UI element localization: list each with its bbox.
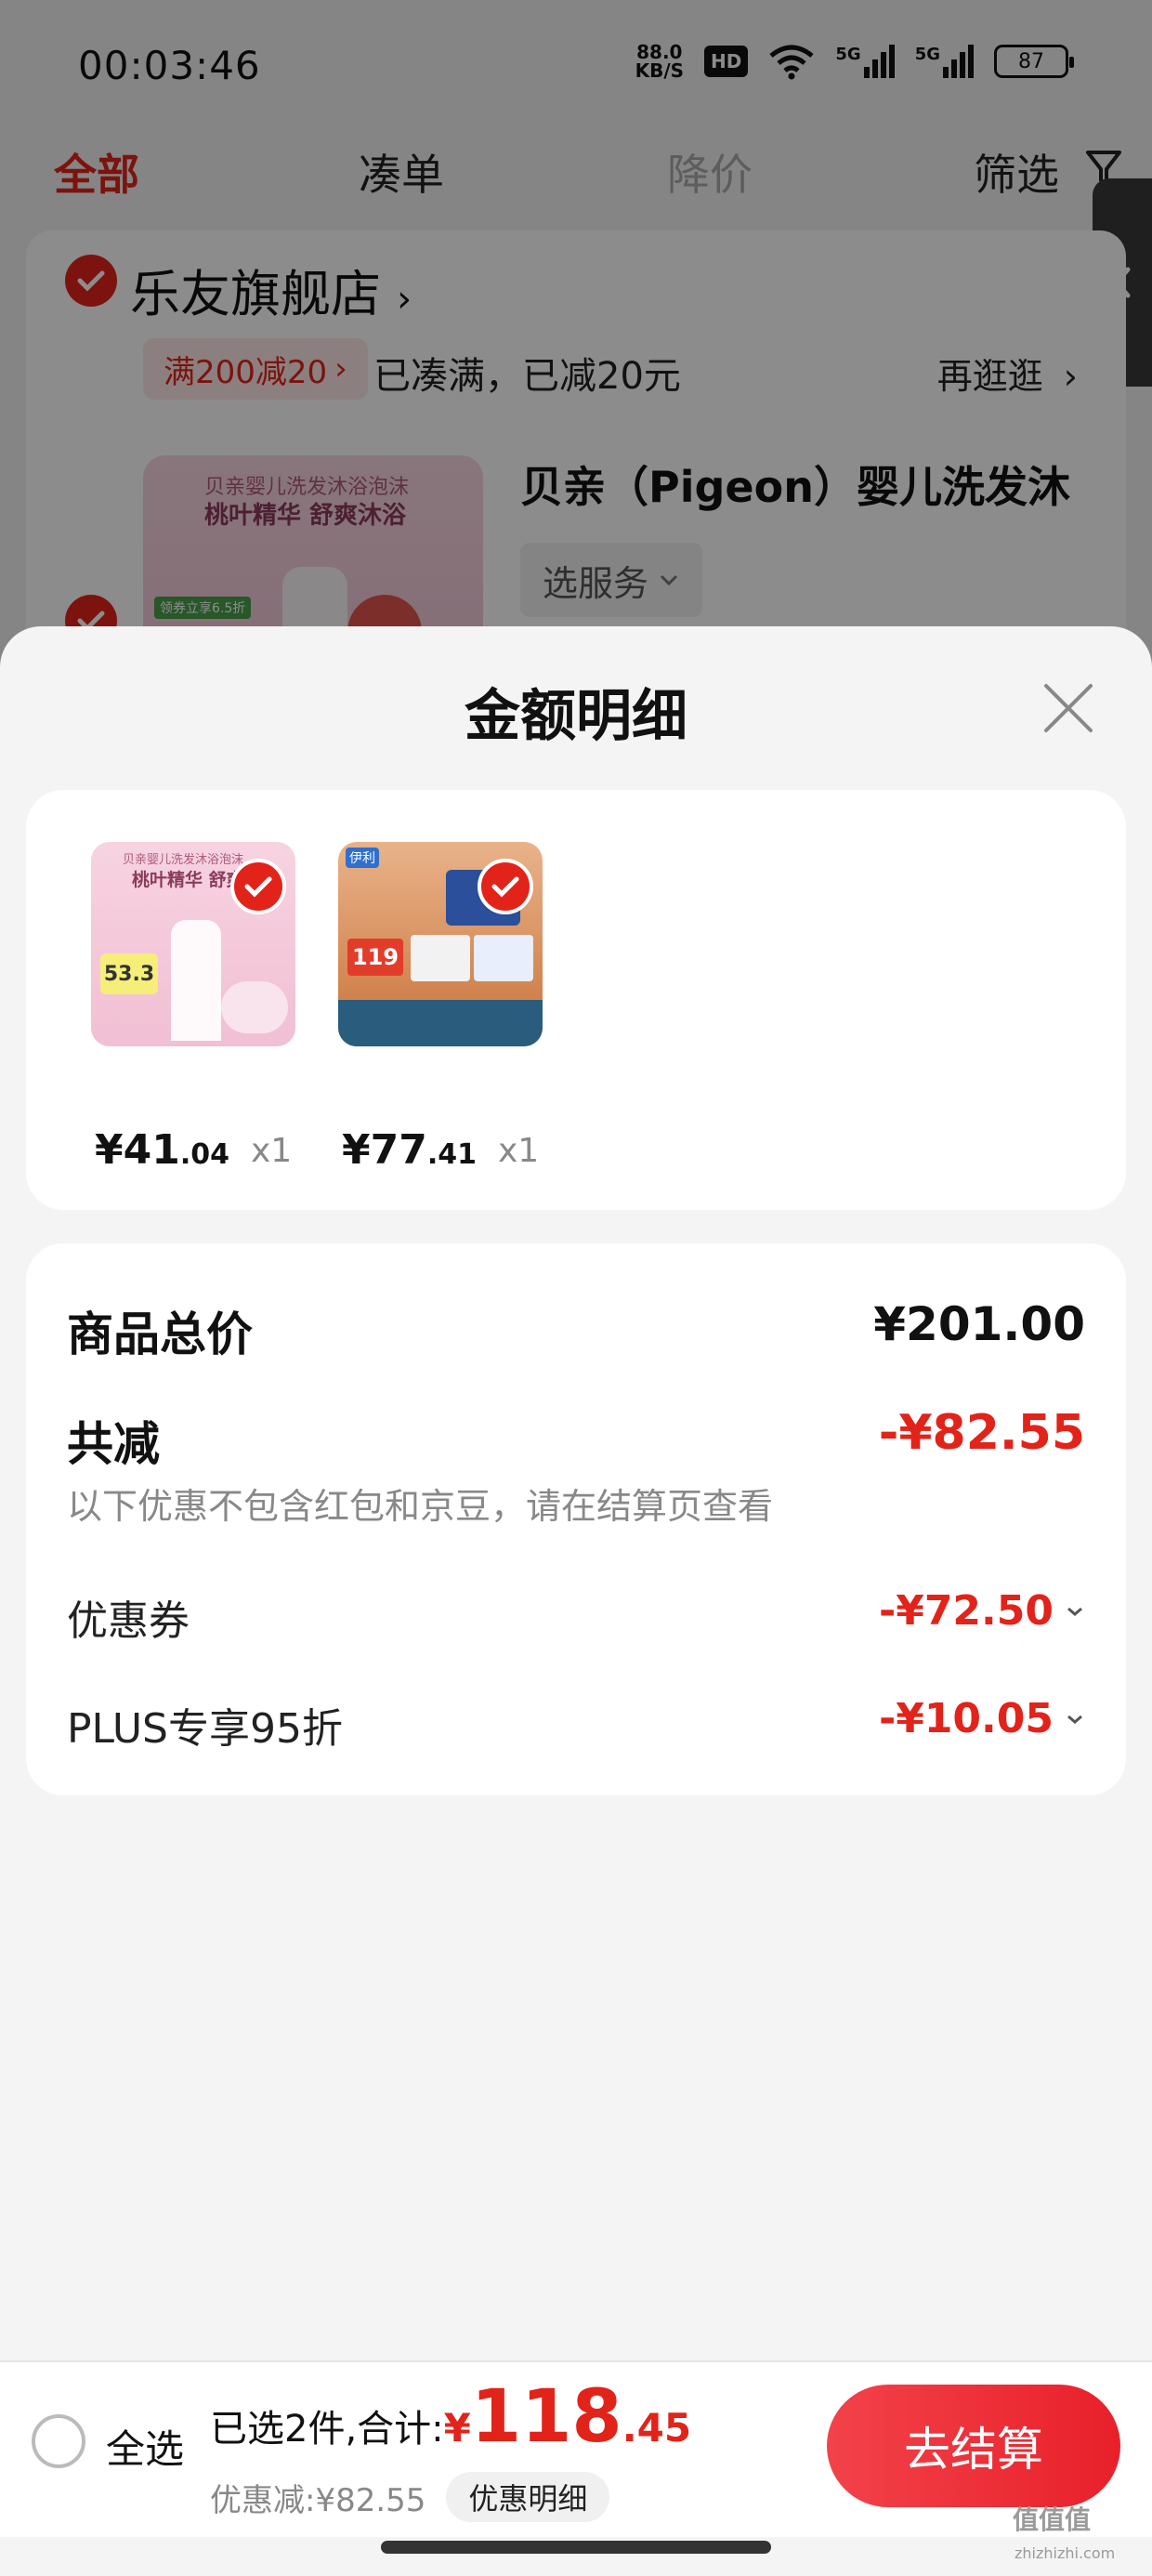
total-decimal: .45 (622, 2405, 692, 2451)
info-strip (338, 1000, 543, 1046)
plus-discount-label: PLUS专享95折 (67, 1705, 343, 1753)
item-price-integer: ¥41 (95, 1126, 180, 1174)
chevron-down-icon (1067, 1607, 1082, 1616)
coupon-amount: -¥72.50 (878, 1587, 1054, 1635)
total-discount-label: 共减 (67, 1417, 160, 1471)
check-icon (244, 876, 272, 898)
discount-line: 优惠减:¥82.55 优惠明细 (210, 2472, 610, 2522)
pink-cloud-decoration (221, 981, 288, 1033)
coupon-value[interactable]: -¥72.50 (879, 1587, 1085, 1635)
home-indicator[interactable] (381, 2541, 771, 2554)
checkout-button[interactable]: 去结算 (827, 2385, 1120, 2507)
item-selected-checkbox[interactable] (478, 859, 533, 914)
item-thumb-line-2: 桃叶精华 舒爽 (132, 870, 244, 890)
milk-box-shape (474, 935, 533, 981)
total-price-value: ¥201.00 (873, 1297, 1085, 1351)
item-quantity: x1 (251, 1132, 293, 1170)
item-selected-checkbox[interactable] (230, 859, 286, 914)
item-price-decimal: .04 (179, 1138, 230, 1171)
total-price-label: 商品总价 (67, 1308, 253, 1361)
item-thumb-line-1: 贝亲婴儿洗发沐浴泡沫 (123, 853, 244, 867)
amount-detail-sheet: 金额明细 贝亲婴儿洗发沐浴泡沫 桃叶精华 舒爽 53.3 ¥41.04 x1 伊… (0, 626, 1152, 2576)
coupon-label: 优惠券 (67, 1597, 190, 1645)
select-all-radio[interactable] (32, 2414, 85, 2468)
selected-item[interactable]: 贝亲婴儿洗发沐浴泡沫 桃叶精华 舒爽 53.3 ¥41.04 x1 (91, 842, 295, 1174)
checkout-bar: 全选 已选2件,合计: ¥ 118 .45 优惠减:¥82.55 优惠明细 去结… (0, 2360, 1152, 2537)
item-thumb-badge: 53.3 (100, 953, 158, 994)
selected-count-text: 已选2件,合计: (210, 2408, 444, 2451)
plus-discount-amount: -¥10.05 (878, 1695, 1054, 1742)
watermark-logo: 值值值 (1013, 2504, 1092, 2535)
discount-summary: 优惠减:¥82.55 (210, 2481, 426, 2519)
item-price: ¥41.04 (95, 1126, 229, 1174)
selected-items-card: 贝亲婴儿洗发沐浴泡沫 桃叶精华 舒爽 53.3 ¥41.04 x1 伊利 119 (26, 790, 1126, 1210)
price-summary-card: 商品总价 ¥201.00 共减 -¥82.55 以下优惠不包含红包和京豆，请在结… (26, 1243, 1126, 1795)
sheet-title: 金额明细 (465, 684, 687, 749)
plus-discount-value[interactable]: -¥10.05 (879, 1695, 1085, 1742)
check-icon (491, 876, 519, 898)
item-thumb-price: 119 (347, 939, 403, 976)
total-discount-value: -¥82.55 (878, 1405, 1085, 1461)
item-price-decimal: .41 (426, 1138, 478, 1171)
select-all-label[interactable]: 全选 (106, 2418, 184, 2475)
item-thumb-brand: 伊利 (346, 848, 379, 868)
item-price-integer: ¥77 (342, 1126, 427, 1174)
close-icon[interactable] (1041, 680, 1096, 736)
selected-item[interactable]: 伊利 119 ¥77.41 x1 (338, 842, 543, 1174)
selected-total: 已选2件,合计: ¥ 118 .45 (210, 2381, 691, 2453)
milk-box-shape (411, 935, 470, 981)
chevron-down-icon (1067, 1715, 1082, 1724)
bottle-shape (171, 920, 221, 1041)
discount-detail-button[interactable]: 优惠明细 (446, 2472, 610, 2522)
total-integer: 118 (470, 2375, 622, 2459)
watermark-url: zhizhizhi.com (1015, 2544, 1116, 2562)
total-currency: ¥ (443, 2405, 471, 2451)
discount-note: 以下优惠不包含红包和京豆，请在结算页查看 (67, 1486, 774, 1527)
item-price: ¥77.41 (342, 1126, 477, 1174)
item-quantity: x1 (498, 1132, 540, 1170)
